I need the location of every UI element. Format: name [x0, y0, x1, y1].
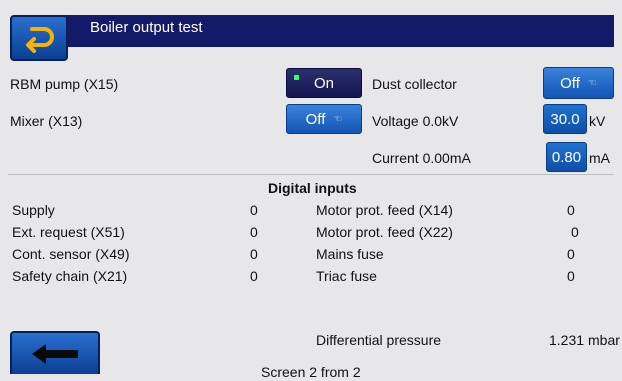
input-value: 0: [567, 202, 575, 218]
voltage-label: Voltage 0.0kV: [372, 113, 459, 129]
input-label: Supply: [12, 202, 55, 218]
dust-collector-toggle[interactable]: Off ☜: [543, 67, 614, 99]
input-label: Triac fuse: [316, 268, 377, 284]
differential-pressure-unit: mbar: [588, 332, 620, 348]
input-value: 0: [571, 224, 579, 240]
input-value: 0: [250, 202, 258, 218]
digital-inputs-title: Digital inputs: [268, 180, 357, 196]
hand-icon: ☜: [333, 113, 343, 125]
status-led-icon: [294, 75, 299, 80]
page-title: Boiler output test: [90, 19, 203, 36]
input-label: Ext. request (X51): [12, 224, 125, 240]
current-unit: mA: [589, 150, 610, 166]
return-button[interactable]: [10, 15, 68, 61]
voltage-input[interactable]: 30.0: [543, 104, 587, 134]
differential-pressure-value: 1.231: [549, 332, 585, 348]
input-label: Motor prot. feed (X22): [316, 224, 453, 240]
rbm-pump-label: RBM pump (X15): [10, 76, 119, 92]
dust-collector-state: Off: [560, 74, 580, 92]
mixer-toggle[interactable]: Off ☜: [286, 104, 362, 134]
back-button[interactable]: [10, 331, 100, 374]
divider: [8, 174, 614, 175]
input-value: 0: [250, 246, 258, 262]
input-label: Motor prot. feed (X14): [316, 202, 453, 218]
rbm-pump-state: On: [313, 74, 334, 92]
return-arrow-icon: [26, 27, 54, 53]
input-value: 0: [250, 224, 258, 240]
input-label: Cont. sensor (X49): [12, 246, 130, 262]
current-label: Current 0.00mA: [372, 150, 471, 166]
voltage-unit: kV: [589, 113, 606, 129]
left-arrow-icon: [32, 343, 78, 364]
input-label: Safety chain (X21): [12, 268, 128, 284]
mixer-label: Mixer (X13): [10, 113, 83, 129]
input-value: 0: [250, 268, 258, 284]
differential-pressure-label: Differential pressure: [316, 332, 442, 348]
rbm-pump-toggle[interactable]: On: [286, 68, 362, 98]
mixer-state: Off: [305, 110, 326, 128]
input-value: 0: [567, 268, 575, 284]
hand-icon: ☜: [587, 77, 597, 89]
input-label: Mains fuse: [316, 246, 384, 262]
page-indicator: Screen 2 from 2: [261, 364, 361, 380]
input-value: 0: [567, 246, 575, 262]
dust-collector-label: Dust collector: [372, 76, 457, 92]
current-input[interactable]: 0.80: [546, 142, 587, 172]
